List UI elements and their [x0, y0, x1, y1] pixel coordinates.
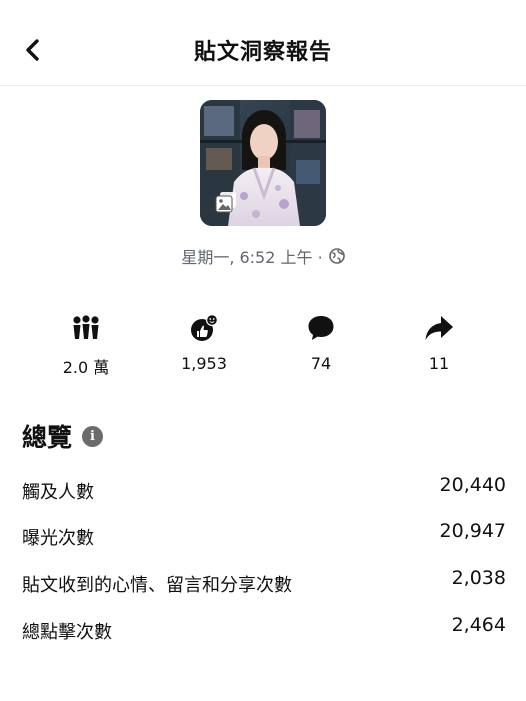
metric-row-engagements: 貼文收到的心情、留言和分享次數 2,038 [22, 567, 506, 597]
stat-shares-value: 11 [428, 354, 450, 373]
metric-label: 曝光次數 [22, 528, 94, 549]
reach-icon [70, 312, 102, 344]
metric-row-impressions: 曝光次數 20,947 [22, 520, 506, 550]
stat-comments[interactable]: 74 [276, 312, 366, 373]
metric-row-clicks: 總點擊次數 2,464 [22, 614, 506, 644]
post-thumbnail[interactable] [200, 100, 326, 226]
comment-icon [305, 312, 337, 344]
metric-value: 20,947 [439, 520, 506, 542]
stat-reactions-value: 1,953 [181, 354, 227, 373]
metric-label: 觸及人數 [22, 482, 94, 503]
post-time-text: 星期一, 6:52 上午 · [181, 248, 323, 267]
metric-label: 貼文收到的心情、留言和分享次數 [22, 575, 292, 596]
metric-label: 總點擊次數 [22, 622, 112, 643]
overview-header: 總覽 i [22, 418, 104, 454]
share-icon [423, 312, 455, 344]
engagement-stats: 2.0 萬 1,953 74 11 [0, 312, 526, 382]
post-timestamp: 星期一, 6:52 上午 · [0, 244, 526, 268]
overview-title: 總覽 [22, 423, 73, 452]
metric-row-reach: 觸及人數 20,440 [22, 474, 506, 504]
stat-comments-value: 74 [310, 354, 332, 373]
photo-album-icon [212, 188, 240, 216]
stat-shares[interactable]: 11 [394, 312, 484, 373]
reactions-icon [188, 312, 220, 344]
metric-value: 20,440 [439, 474, 506, 496]
stat-reach[interactable]: 2.0 萬 [41, 312, 131, 378]
metric-value: 2,464 [451, 614, 506, 636]
metric-value: 2,038 [451, 567, 506, 589]
app-header: 貼文洞察報告 [0, 0, 526, 86]
info-icon[interactable]: i [82, 425, 104, 447]
stat-reactions[interactable]: 1,953 [159, 312, 249, 373]
globe-icon [328, 248, 345, 264]
stat-reach-value: 2.0 萬 [62, 358, 110, 377]
page-title: 貼文洞察報告 [193, 40, 332, 65]
post-insights-page: 貼文洞察報告 星期一, 6:52 上午 · 2.0 萬 1,953 74 11 … [0, 0, 526, 701]
